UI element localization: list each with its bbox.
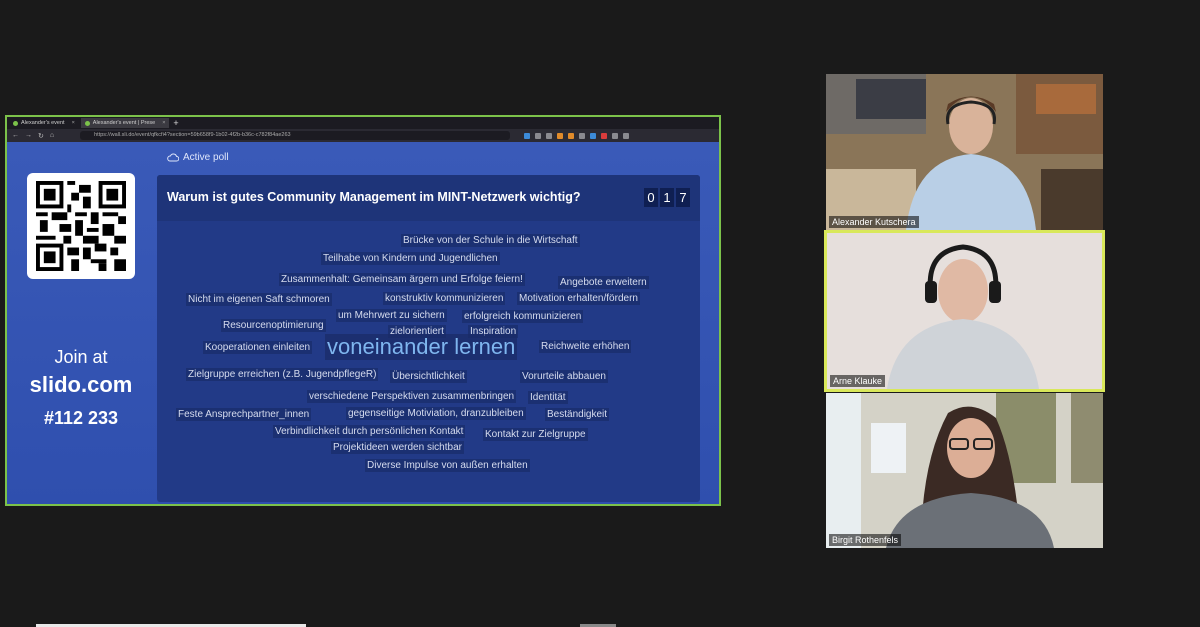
participant-name: Birgit Rothenfels xyxy=(829,534,902,546)
poll-card: Warum ist gutes Community Management im … xyxy=(157,175,700,502)
word-cloud-item: Kooperationen einleiten xyxy=(203,341,313,354)
word-cloud-item: Angebote erweitern xyxy=(558,276,649,289)
shared-screen: Alexander's event × Alexander's event | … xyxy=(5,115,721,506)
word-cloud-item: Identität xyxy=(528,391,568,404)
extension-icons xyxy=(524,132,630,139)
participant-video xyxy=(827,233,1102,389)
word-cloud-item: Brücke von der Schule in die Wirtschaft xyxy=(401,234,580,247)
word-cloud-item: Zusammenhalt: Gemeinsam ärgern und Erfol… xyxy=(279,273,525,286)
join-label: Join at xyxy=(54,347,108,367)
word-cloud-item: Teilhabe von Kindern und Jugendlichen xyxy=(321,252,500,265)
new-tab-icon[interactable]: + xyxy=(173,118,178,128)
word-cloud-item: Feste Ansprechpartner_innen xyxy=(176,408,312,421)
event-code: #112 233 xyxy=(43,408,119,428)
word-cloud-item: Beständigkeit xyxy=(545,408,610,421)
video-tile-arne-active-speaker[interactable]: Arne Klauke xyxy=(824,230,1105,392)
word-cloud-item: Verbindlichkeit durch persönlichen Konta… xyxy=(273,425,466,438)
extension-icon[interactable] xyxy=(612,132,619,139)
sidebar-icon[interactable] xyxy=(546,132,553,139)
counter-digit: 1 xyxy=(660,188,674,207)
word-cloud-item: Vorurteile abbauen xyxy=(520,370,608,383)
extension-icon[interactable] xyxy=(568,132,575,139)
library-icon[interactable] xyxy=(535,132,542,139)
word-cloud-item: um Mehrwert zu sichern xyxy=(336,309,447,322)
back-icon[interactable]: ← xyxy=(12,132,19,139)
extension-icon[interactable] xyxy=(557,132,564,139)
qr-code-pattern xyxy=(36,181,126,271)
active-poll-label: Active poll xyxy=(183,152,229,163)
word-cloud-item: Nicht im eigenen Saft schmoren xyxy=(186,293,332,306)
response-counter: 0 1 7 xyxy=(644,188,690,207)
word-cloud-item: Motivation erhalten/fördern xyxy=(517,292,640,305)
tab-label: Alexander's event xyxy=(21,120,65,126)
video-tile-alexander[interactable]: Alexander Kutschera xyxy=(826,74,1103,230)
home-icon[interactable]: ⌂ xyxy=(50,132,54,139)
word-cloud-item: Reichweite erhöhen xyxy=(539,340,632,353)
extension-icon[interactable] xyxy=(590,132,597,139)
word-cloud-item: Resourcenoptimierung xyxy=(221,319,326,332)
browser-toolbar: ← → ↻ ⌂ https://wall.sli.do/event/qfkcfi… xyxy=(7,129,719,142)
participant-name: Alexander Kutschera xyxy=(829,216,919,228)
extension-icon[interactable] xyxy=(601,132,608,139)
word-cloud-item: Projektideen werden sichtbar xyxy=(331,441,464,454)
word-cloud-item: erfolgreich kommunizieren xyxy=(462,310,584,323)
counter-digit: 0 xyxy=(644,188,658,207)
close-tab-icon[interactable]: × xyxy=(72,120,75,126)
cloud-icon xyxy=(167,153,179,162)
close-tab-icon[interactable]: × xyxy=(162,120,165,126)
join-site: slido.com xyxy=(29,372,133,397)
address-bar[interactable]: https://wall.sli.do/event/qfkcfi4?sectio… xyxy=(80,131,511,140)
download-icon[interactable] xyxy=(524,132,531,139)
participant-video xyxy=(826,74,1103,230)
word-cloud-item: Diverse Impulse von außen erhalten xyxy=(365,459,530,472)
word-cloud-item: Zielgruppe erreichen (z.B. JugendpflegeR… xyxy=(186,368,379,381)
poll-header: Warum ist gutes Community Management im … xyxy=(157,175,700,221)
word-cloud-item: verschiedene Perspektiven zusammenbringe… xyxy=(307,390,517,403)
active-poll-indicator: Active poll xyxy=(167,152,229,163)
forward-icon[interactable]: → xyxy=(25,132,32,139)
counter-digit: 7 xyxy=(676,188,690,207)
browser-tab-2[interactable]: Alexander's event | Prese × xyxy=(80,118,170,128)
word-cloud-item: Übersichtlichkeit xyxy=(390,370,467,383)
word-cloud-item: konstruktiv kommunizieren xyxy=(383,292,506,305)
browser-tab-1[interactable]: Alexander's event × xyxy=(9,118,79,128)
word-cloud: Brücke von der Schule in die Wirtschaft … xyxy=(157,221,700,502)
browser-tab-bar: Alexander's event × Alexander's event | … xyxy=(7,117,719,129)
word-cloud-item-highlight: voneinander lernen xyxy=(325,334,518,360)
slido-favicon-icon xyxy=(13,120,18,126)
participant-video xyxy=(826,393,1103,548)
word-cloud-item: Kontakt zur Zielgruppe xyxy=(483,428,588,441)
poll-question: Warum ist gutes Community Management im … xyxy=(167,190,581,204)
slido-presentation: Join at slido.com #112 233 Active poll W… xyxy=(7,142,719,504)
video-tile-birgit[interactable]: Birgit Rothenfels xyxy=(826,393,1103,548)
extension-icon[interactable] xyxy=(579,132,586,139)
reload-icon[interactable]: ↻ xyxy=(38,132,44,140)
word-cloud-item: gegenseitige Motiviation, dranzubleiben xyxy=(346,407,526,420)
slido-favicon-icon xyxy=(84,120,90,126)
menu-icon[interactable] xyxy=(623,132,630,139)
qr-code xyxy=(27,173,135,279)
tab-label: Alexander's event | Prese xyxy=(92,120,156,126)
participant-name: Arne Klauke xyxy=(830,375,886,387)
